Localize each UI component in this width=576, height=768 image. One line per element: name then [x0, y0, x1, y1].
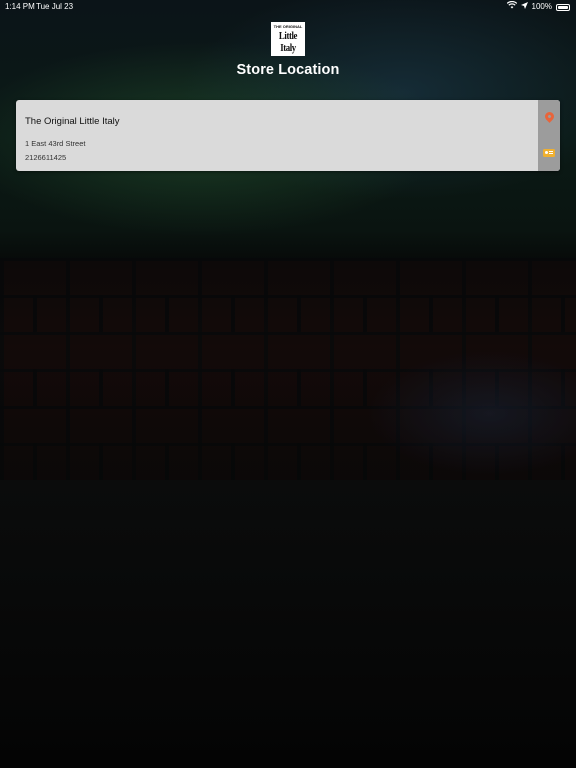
store-location-card[interactable]: The Original Little Italy 1 East 43rd St…	[16, 100, 560, 171]
store-phone: 2126611425	[25, 153, 67, 162]
call-icon[interactable]	[543, 149, 555, 157]
page-title: Store Location	[236, 62, 340, 78]
floor-background	[0, 480, 576, 768]
store-name: The Original Little Italy	[25, 116, 120, 127]
wifi-icon	[506, 0, 517, 13]
battery-percent: 100%	[531, 2, 552, 11]
store-actions	[538, 100, 560, 171]
brick-wall-background	[0, 258, 576, 480]
status-date: Tue Jul 23	[36, 2, 74, 11]
status-bar: 1:14 PM Tue Jul 23 100%	[0, 0, 576, 14]
battery-icon	[556, 3, 570, 11]
restaurant-logo: THE ORIGINAL Little Italy	[271, 22, 305, 56]
location-arrow-icon	[520, 1, 528, 13]
store-address: 1 East 43rd Street	[25, 139, 86, 148]
map-pin-icon[interactable]	[543, 110, 556, 123]
logo-main-text: Little Italy	[278, 30, 298, 54]
status-indicators: 100%	[506, 0, 570, 13]
status-time: 1:14 PM	[5, 2, 35, 11]
